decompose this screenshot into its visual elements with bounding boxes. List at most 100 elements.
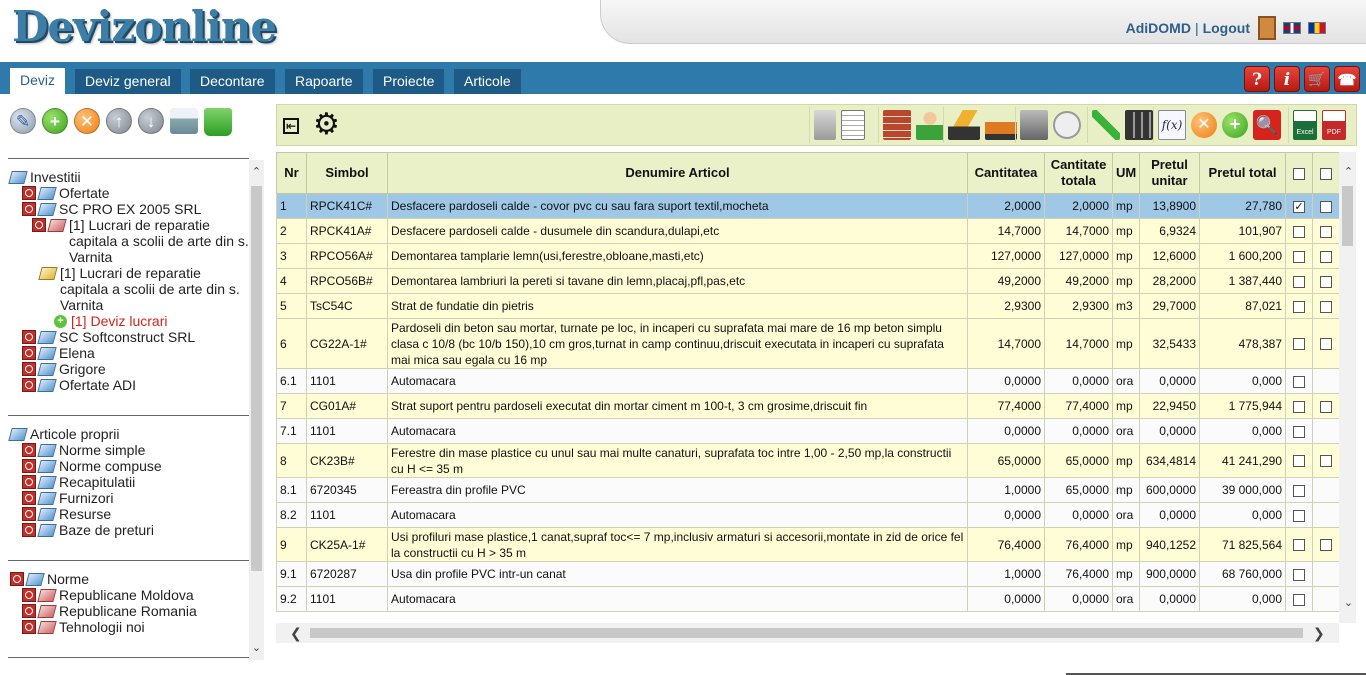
help-icon[interactable]: ? bbox=[1244, 66, 1270, 92]
cell-pretul-unitar[interactable]: 0,0000 bbox=[1139, 368, 1200, 394]
search-icon[interactable] bbox=[22, 459, 36, 473]
cell-um[interactable]: ora bbox=[1112, 502, 1140, 528]
cell-simbol[interactable]: CG01A# bbox=[306, 393, 388, 419]
cell-denumire[interactable]: Usa din profile PVC intr-un canat bbox=[387, 561, 968, 587]
row-checkbox-2[interactable] bbox=[1320, 300, 1332, 313]
username-link[interactable]: AdiDOMD bbox=[1126, 20, 1191, 36]
app-logo[interactable]: Devizonline bbox=[12, 2, 277, 51]
scroll-up-arrow-icon[interactable]: ⌃ bbox=[250, 166, 263, 178]
search-icon[interactable] bbox=[22, 507, 36, 521]
search-icon[interactable] bbox=[22, 604, 36, 618]
tree-node-softconstruct[interactable]: SC Softconstruct SRL bbox=[8, 329, 249, 345]
cell-cantitatea[interactable]: 76,4000 bbox=[967, 527, 1045, 562]
row-checkbox-2[interactable] bbox=[1320, 539, 1332, 552]
table-row[interactable]: 3 RPCO56A# Demontarea tamplarie lemn(usi,f… bbox=[276, 243, 1339, 269]
row-checkbox-2[interactable] bbox=[1320, 200, 1332, 213]
print-icon[interactable] bbox=[170, 108, 198, 134]
row-checkbox[interactable] bbox=[1293, 539, 1305, 552]
row-checkbox[interactable] bbox=[1293, 225, 1305, 238]
cell-nr[interactable]: 6 bbox=[276, 318, 307, 369]
cell-cantitatea[interactable]: 49,2000 bbox=[967, 268, 1045, 294]
table-hscroll-thumb[interactable] bbox=[310, 628, 1303, 638]
statistics-icon[interactable] bbox=[1020, 110, 1048, 140]
cell-pretul-unitar[interactable]: 900,0000 bbox=[1139, 561, 1200, 587]
gear-icon[interactable]: ⚙ bbox=[313, 110, 340, 140]
tree-node-norme-compuse[interactable]: Norme compuse bbox=[8, 458, 249, 474]
cell-simbol[interactable]: 1101 bbox=[306, 586, 388, 612]
export-excel-icon[interactable]: Excel bbox=[1293, 110, 1317, 140]
row-checkbox-2[interactable] bbox=[1320, 455, 1332, 468]
cell-simbol[interactable]: RPCK41A# bbox=[306, 218, 388, 244]
cell-um[interactable]: mp bbox=[1112, 193, 1140, 219]
tree-node-baze-preturi[interactable]: Baze de preturi bbox=[8, 522, 249, 538]
row-checkbox[interactable] bbox=[1293, 509, 1305, 522]
cell-cantitate-totala[interactable]: 65,0000 bbox=[1044, 477, 1113, 503]
cell-pretul-unitar[interactable]: 32,5433 bbox=[1139, 318, 1200, 369]
cell-cantitate-totala[interactable]: 0,0000 bbox=[1044, 586, 1113, 612]
table-row[interactable]: 2 RPCK41A# Desfacere pardoseli calde - dus… bbox=[276, 218, 1339, 244]
col-header-cantitatea[interactable]: Cantitatea bbox=[967, 152, 1045, 194]
table-row[interactable]: 6 CG22A-1# Pardoseli din beton sau mortar,… bbox=[276, 318, 1339, 369]
col-header-cantitate-totala[interactable]: Cantitate totala bbox=[1044, 152, 1113, 194]
document-lines-icon[interactable] bbox=[841, 110, 865, 140]
cell-cantitatea[interactable]: 2,9300 bbox=[967, 293, 1045, 319]
cell-cantitatea[interactable]: 0,0000 bbox=[967, 502, 1045, 528]
cell-denumire[interactable]: Ferestre din mase plastice cu unul sau m… bbox=[387, 443, 968, 478]
delete-row-icon[interactable]: ✕ bbox=[1191, 112, 1217, 138]
cell-nr[interactable]: 8.1 bbox=[276, 477, 307, 503]
cell-cantitatea[interactable]: 0,0000 bbox=[967, 368, 1045, 394]
edit-pencil-icon[interactable]: ✎ bbox=[10, 108, 36, 134]
tab-deviz-general[interactable]: Deviz general bbox=[75, 69, 181, 94]
table-row[interactable]: 4 RPCO56B# Demontarea lambriuri la pereti … bbox=[276, 268, 1339, 294]
cell-pretul-total[interactable]: 27,780 bbox=[1199, 193, 1286, 219]
cell-nr[interactable]: 2 bbox=[276, 218, 307, 244]
cell-um[interactable]: mp bbox=[1112, 318, 1140, 369]
cell-nr[interactable]: 8.2 bbox=[276, 502, 307, 528]
cell-pretul-unitar[interactable]: 13,8900 bbox=[1139, 193, 1200, 219]
cell-pretul-total[interactable]: 1 775,944 bbox=[1199, 393, 1286, 419]
cell-denumire[interactable]: Desfacere pardoseli calde - dusumele din… bbox=[387, 218, 968, 244]
cell-um[interactable]: ora bbox=[1112, 586, 1140, 612]
table-row[interactable]: 8.1 6720345 Fereastra din profile PVC 1,000… bbox=[276, 477, 1339, 503]
cell-simbol[interactable]: 1101 bbox=[306, 502, 388, 528]
tree-node-deviz-lucrari[interactable]: + [1] Deviz lucrari bbox=[8, 313, 249, 329]
cell-nr[interactable]: 7 bbox=[276, 393, 307, 419]
cell-cantitatea[interactable]: 1,0000 bbox=[967, 561, 1045, 587]
save-disk-icon[interactable] bbox=[1053, 111, 1081, 139]
cell-cantitate-totala[interactable]: 0,0000 bbox=[1044, 502, 1113, 528]
table-vertical-scrollbar[interactable]: ⌃ ⌄ bbox=[1339, 152, 1356, 623]
recycle-bin-icon[interactable] bbox=[204, 108, 232, 136]
cell-denumire[interactable]: Strat suport pentru pardoseli executat d… bbox=[387, 393, 968, 419]
tab-proiecte[interactable]: Proiecte bbox=[373, 69, 445, 94]
row-checkbox[interactable] bbox=[1293, 484, 1305, 497]
cell-cantitate-totala[interactable]: 2,9300 bbox=[1044, 293, 1113, 319]
materials-brick-icon[interactable] bbox=[883, 110, 911, 140]
row-checkbox-2[interactable] bbox=[1320, 225, 1332, 238]
cell-pretul-total[interactable]: 39 000,000 bbox=[1199, 477, 1286, 503]
tree-scrollbar[interactable]: ⌃ ⌄ bbox=[249, 160, 264, 660]
cell-um[interactable]: mp bbox=[1112, 477, 1140, 503]
cell-um[interactable]: ora bbox=[1112, 418, 1140, 444]
cell-cantitatea[interactable]: 1,0000 bbox=[967, 477, 1045, 503]
row-checkbox[interactable] bbox=[1293, 250, 1305, 263]
cell-pretul-unitar[interactable]: 12,6000 bbox=[1139, 243, 1200, 269]
search-icon[interactable] bbox=[22, 362, 36, 376]
cell-nr[interactable]: 1 bbox=[276, 193, 307, 219]
table-row[interactable]: 6.1 1101 Automacara 0,0000 0,0000 ora 0,0000 0,… bbox=[276, 368, 1339, 394]
tree-node-lucrari[interactable]: [1] Lucrari de reparatie capitala a scol… bbox=[8, 217, 249, 265]
cell-simbol[interactable]: RPCO56A# bbox=[306, 243, 388, 269]
table-horizontal-scrollbar[interactable]: ❮ ❯ bbox=[276, 623, 1339, 643]
tab-rapoarte[interactable]: Rapoarte bbox=[285, 69, 363, 94]
search-icon[interactable] bbox=[10, 572, 24, 586]
cell-um[interactable]: mp bbox=[1112, 527, 1140, 562]
cell-pretul-total[interactable]: 0,000 bbox=[1199, 368, 1286, 394]
truck-icon[interactable] bbox=[985, 110, 1017, 140]
collapse-panel-icon[interactable]: ⇤ bbox=[283, 118, 299, 134]
cell-pretul-total[interactable]: 68 760,000 bbox=[1199, 561, 1286, 587]
tree-scroll-thumb[interactable] bbox=[251, 186, 262, 571]
tree-node-elena[interactable]: Elena bbox=[8, 345, 249, 361]
tree-node-grigore[interactable]: Grigore bbox=[8, 361, 249, 377]
tree-node-tehnologii[interactable]: Tehnologii noi bbox=[8, 619, 249, 635]
cell-pretul-total[interactable]: 41 241,290 bbox=[1199, 443, 1286, 478]
row-checkbox[interactable] bbox=[1293, 338, 1305, 351]
